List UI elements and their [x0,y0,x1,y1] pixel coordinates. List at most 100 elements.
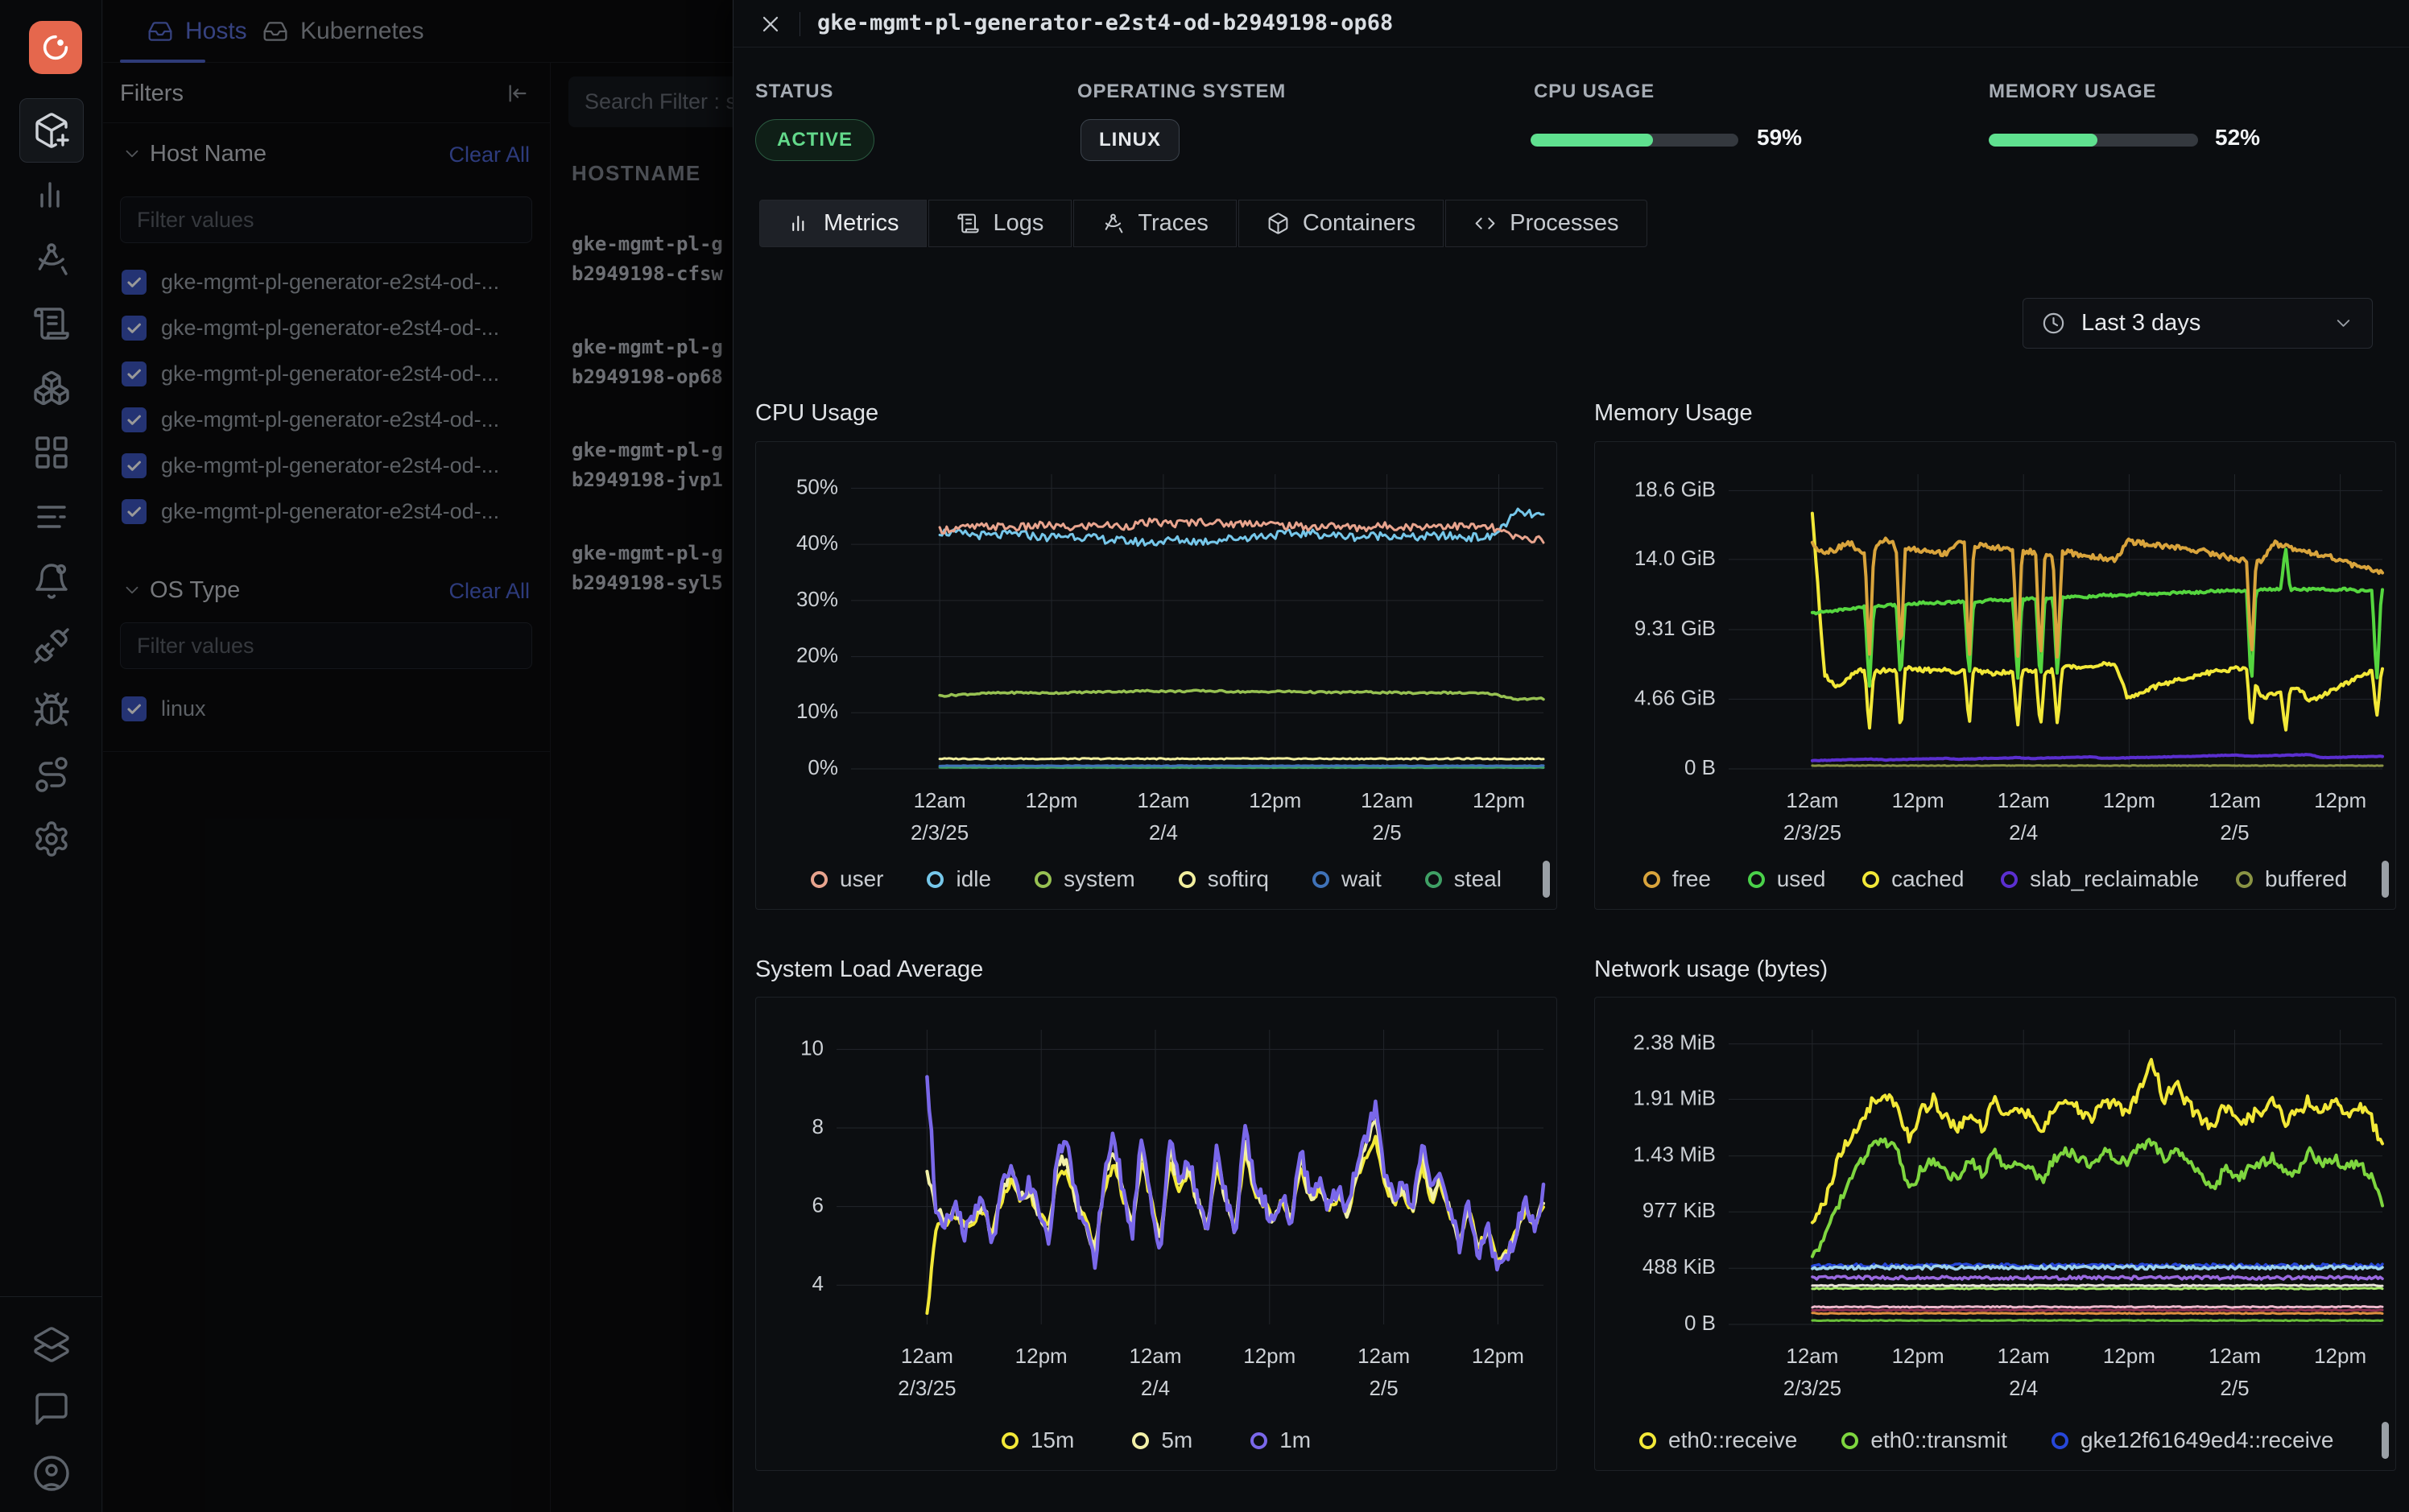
drawer-tab-label: Metrics [824,210,899,237]
signoz-logo-icon[interactable] [29,21,82,74]
legend-item-idle[interactable]: idle [927,866,991,892]
svg-text:2/5: 2/5 [1370,1376,1399,1400]
legend-ring [2001,871,2018,888]
sidebar-item-list[interactable] [0,485,102,549]
time-range-selector[interactable]: Last 3 days [2023,298,2373,349]
sidebar-item-layers[interactable] [0,1312,102,1377]
chart-legend: 15m 5m 1m [756,1414,1556,1467]
legend-scrollbar[interactable] [1543,861,1550,898]
layout-grid-icon [32,433,71,472]
chart-legend: user idle system softirq wait steal [756,853,1556,906]
svg-text:2/4: 2/4 [2009,820,2038,845]
compass-icon [1101,212,1125,235]
legend-item-gke12f61649ed4::receive[interactable]: gke12f61649ed4::receive [2052,1427,2333,1453]
svg-text:12am: 12am [901,1344,953,1368]
legend-item-1m[interactable]: 1m [1250,1427,1311,1453]
sidebar-item-bar-chart[interactable] [0,163,102,227]
legend-label: free [1672,866,1711,892]
drawer-tab-containers[interactable]: Containers [1238,200,1444,247]
legend-ring [1643,871,1660,888]
svg-text:12pm: 12pm [1015,1344,1068,1368]
drawer-mask[interactable] [103,0,733,1512]
svg-text:12am: 12am [1786,1344,1838,1368]
legend-item-steal[interactable]: steal [1425,866,1502,892]
sidebar-item-package-plus[interactable] [0,98,102,163]
legend-item-user[interactable]: user [811,866,883,892]
legend-item-system[interactable]: system [1035,866,1135,892]
svg-text:10: 10 [800,1035,824,1060]
cpu-progress-bar [1531,134,1738,147]
sidebar-item-boxes[interactable] [0,356,102,420]
memory-usage-chart[interactable]: 0 B4.66 GiB9.31 GiB14.0 GiB18.6 GiB12am2… [1594,441,2396,910]
legend-item-used[interactable]: used [1748,866,1826,892]
sidebar-item-bell[interactable] [0,549,102,613]
drawer-tab-label: Traces [1138,210,1209,237]
clock-icon [2041,311,2066,336]
svg-text:2/3/25: 2/3/25 [1783,820,1841,845]
legend-item-softirq[interactable]: softirq [1179,866,1269,892]
sidebar-item-gear[interactable] [0,807,102,871]
cpu-usage-label: CPU USAGE [1534,81,1655,103]
svg-text:12pm: 12pm [1472,1344,1524,1368]
list-icon [32,498,71,536]
legend-item-eth0::receive[interactable]: eth0::receive [1639,1427,1797,1453]
legend-item-eth0::transmit[interactable]: eth0::transmit [1841,1427,2007,1453]
legend-label: slab_reclaimable [2030,866,2199,892]
svg-text:12am: 12am [914,788,966,812]
legend-item-wait[interactable]: wait [1312,866,1382,892]
sidebar-item-compass[interactable] [0,227,102,291]
legend-scrollbar[interactable] [2382,861,2389,898]
legend-item-15m[interactable]: 15m [1002,1427,1074,1453]
close-icon[interactable] [758,11,783,37]
cpu-usage-chart[interactable]: 0%10%20%30%40%50%12am2/3/2512pm12am2/412… [755,441,1557,910]
svg-text:2/3/25: 2/3/25 [1783,1376,1841,1400]
legend-ring [1179,871,1196,888]
legend-ring [1841,1432,1858,1449]
network-usage-chart-plot: 0 B488 KiB977 KiB1.43 MiB1.91 MiB2.38 Mi… [1595,1002,2397,1405]
legend-ring [1002,1432,1019,1449]
network-usage-chart[interactable]: 0 B488 KiB977 KiB1.43 MiB1.91 MiB2.38 Mi… [1594,997,2396,1471]
svg-text:18.6 GiB: 18.6 GiB [1634,477,1716,501]
sidebar-item-scroll[interactable] [0,291,102,356]
svg-text:2/5: 2/5 [1373,820,1402,845]
svg-text:12pm: 12pm [2314,788,2366,812]
sidebar-item-chat[interactable] [0,1377,102,1441]
svg-text:50%: 50% [796,474,838,498]
svg-text:12am: 12am [2209,1344,2261,1368]
legend-ring [811,871,828,888]
legend-label: softirq [1208,866,1269,892]
legend-label: eth0::transmit [1870,1427,2007,1453]
svg-text:2/3/25: 2/3/25 [898,1376,956,1400]
sidebar-item-route[interactable] [0,742,102,807]
legend-item-buffered[interactable]: buffered [2236,866,2347,892]
legend-item-5m[interactable]: 5m [1132,1427,1192,1453]
legend-ring [927,871,944,888]
sidebar-item-bug[interactable] [0,678,102,742]
legend-item-free[interactable]: free [1643,866,1711,892]
svg-text:977 KiB: 977 KiB [1642,1198,1716,1222]
sidebar-item-user[interactable] [0,1441,102,1506]
svg-text:12am: 12am [1129,1344,1181,1368]
os-badge: LINUX [1081,119,1180,161]
legend-scrollbar[interactable] [2382,1422,2389,1459]
drawer-tab-metrics[interactable]: Metrics [759,200,927,247]
svg-text:0 B: 0 B [1684,1311,1716,1335]
drawer-tab-processes[interactable]: Processes [1445,200,1647,247]
sidebar-item-plug[interactable] [0,613,102,678]
legend-item-slab_reclaimable[interactable]: slab_reclaimable [2001,866,2199,892]
svg-text:2/3/25: 2/3/25 [911,820,969,845]
drawer-tab-logs[interactable]: Logs [928,200,1072,247]
drawer-tab-traces[interactable]: Traces [1073,200,1237,247]
svg-text:0%: 0% [808,755,838,779]
legend-item-cached[interactable]: cached [1862,866,1964,892]
cpu-usage-chart-plot: 0%10%20%30%40%50%12am2/3/2512pm12am2/412… [756,447,1558,849]
sidebar-item-layout-grid[interactable] [0,420,102,485]
system-load-average-chart[interactable]: 4681012am2/3/2512pm12am2/412pm12am2/512p… [755,997,1557,1471]
legend-label: system [1064,866,1135,892]
plug-icon [32,626,71,665]
svg-text:0 B: 0 B [1684,755,1716,779]
svg-text:12pm: 12pm [1025,788,1077,812]
chart-legend: eth0::receive eth0::transmit gke12f61649ed… [1595,1414,2395,1467]
cpu-percent-text: 59% [1757,125,1802,151]
app-root: Hosts Kubernetes Filters Host Name Clear… [0,0,2409,1512]
